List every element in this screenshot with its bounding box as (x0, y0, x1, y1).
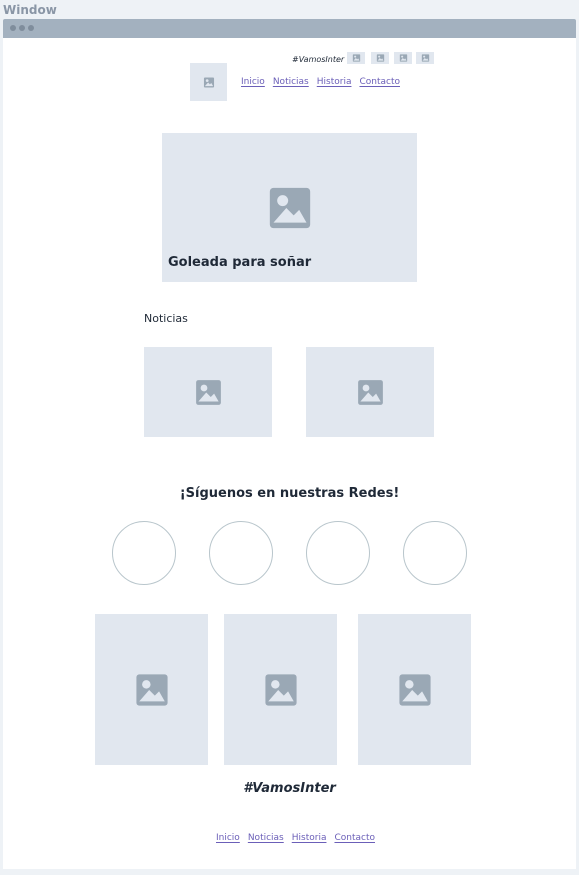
image-icon (195, 379, 221, 405)
logo[interactable] (190, 63, 227, 101)
image-icon (421, 54, 429, 62)
header-social-icon-3[interactable] (394, 52, 412, 64)
nav-link-historia[interactable]: Historia (317, 77, 352, 87)
gallery-image-1[interactable] (95, 614, 208, 765)
window-titlebar[interactable] (3, 19, 576, 38)
gallery-image-2[interactable] (224, 614, 337, 765)
window-dot[interactable] (28, 25, 34, 31)
window-dot[interactable] (10, 25, 16, 31)
image-icon (376, 54, 384, 62)
nav-link-noticias[interactable]: Noticias (273, 77, 309, 87)
header-social-icon-2[interactable] (371, 52, 389, 64)
footer-hashtag: #VamosInter (243, 781, 336, 796)
social-link-circle-3[interactable] (306, 521, 370, 585)
gallery-image-3[interactable] (358, 614, 471, 765)
image-icon (357, 379, 383, 405)
footer-link-inicio[interactable]: Inicio (216, 833, 240, 843)
window-controls (10, 25, 34, 31)
news-card-image-1[interactable] (144, 347, 272, 437)
footer-link-contacto[interactable]: Contacto (334, 833, 375, 843)
social-section-title: ¡Síguenos en nuestras Redes! (179, 486, 400, 501)
footer-link-historia[interactable]: Historia (292, 833, 327, 843)
footer-nav: Inicio Noticias Historia Contacto (216, 833, 375, 843)
image-icon (269, 187, 310, 228)
header-social-icon-4[interactable] (416, 52, 434, 64)
news-section-label: Noticias (144, 312, 188, 325)
window-dot[interactable] (19, 25, 25, 31)
nav-link-contacto[interactable]: Contacto (359, 77, 400, 87)
social-link-circle-4[interactable] (403, 521, 467, 585)
header-social-icon-1[interactable] (347, 52, 365, 64)
image-icon (135, 673, 168, 706)
image-icon (398, 673, 431, 706)
social-link-circle-2[interactable] (209, 521, 273, 585)
image-icon (399, 54, 407, 62)
social-link-circle-1[interactable] (112, 521, 176, 585)
hero-title: Goleada para soñar (168, 255, 312, 270)
window-title: Window (3, 3, 57, 17)
nav-link-inicio[interactable]: Inicio (241, 77, 265, 87)
header-hashtag: #VamosInter (292, 55, 345, 64)
footer-link-noticias[interactable]: Noticias (248, 833, 284, 843)
news-card-image-2[interactable] (306, 347, 434, 437)
image-icon (203, 76, 214, 88)
image-icon (264, 673, 297, 706)
header-nav: Inicio Noticias Historia Contacto (241, 77, 400, 87)
image-icon (352, 54, 360, 62)
